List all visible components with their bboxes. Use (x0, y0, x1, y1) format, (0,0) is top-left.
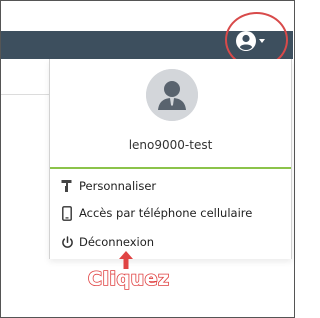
menu-item-personnaliser[interactable]: Personnaliser (60, 177, 156, 195)
mobile-phone-icon (60, 205, 74, 221)
user-dropdown-menu: leno9000-test Personnaliser Accès par té… (49, 59, 292, 259)
user-circle-icon (236, 31, 256, 51)
avatar (146, 69, 198, 121)
menu-item-label: Déconnexion (79, 235, 155, 249)
menu-item-label: Accès par téléphone cellulaire (79, 206, 253, 220)
paint-roller-icon (60, 178, 74, 194)
user-silhouette-icon (146, 69, 198, 121)
menu-item-telephone[interactable]: Accès par téléphone cellulaire (60, 204, 252, 222)
content-divider (1, 94, 49, 95)
username-label: leno9000-test (128, 138, 213, 152)
accent-divider (50, 167, 291, 169)
menu-item-label: Personnaliser (79, 179, 157, 193)
menu-item-deconnexion[interactable]: Déconnexion (60, 233, 154, 251)
arrow-up-icon (119, 251, 133, 269)
user-menu-button[interactable] (232, 26, 272, 56)
click-annotation: Cliquez (87, 267, 170, 291)
chevron-down-icon (259, 39, 265, 43)
power-icon (60, 234, 74, 250)
